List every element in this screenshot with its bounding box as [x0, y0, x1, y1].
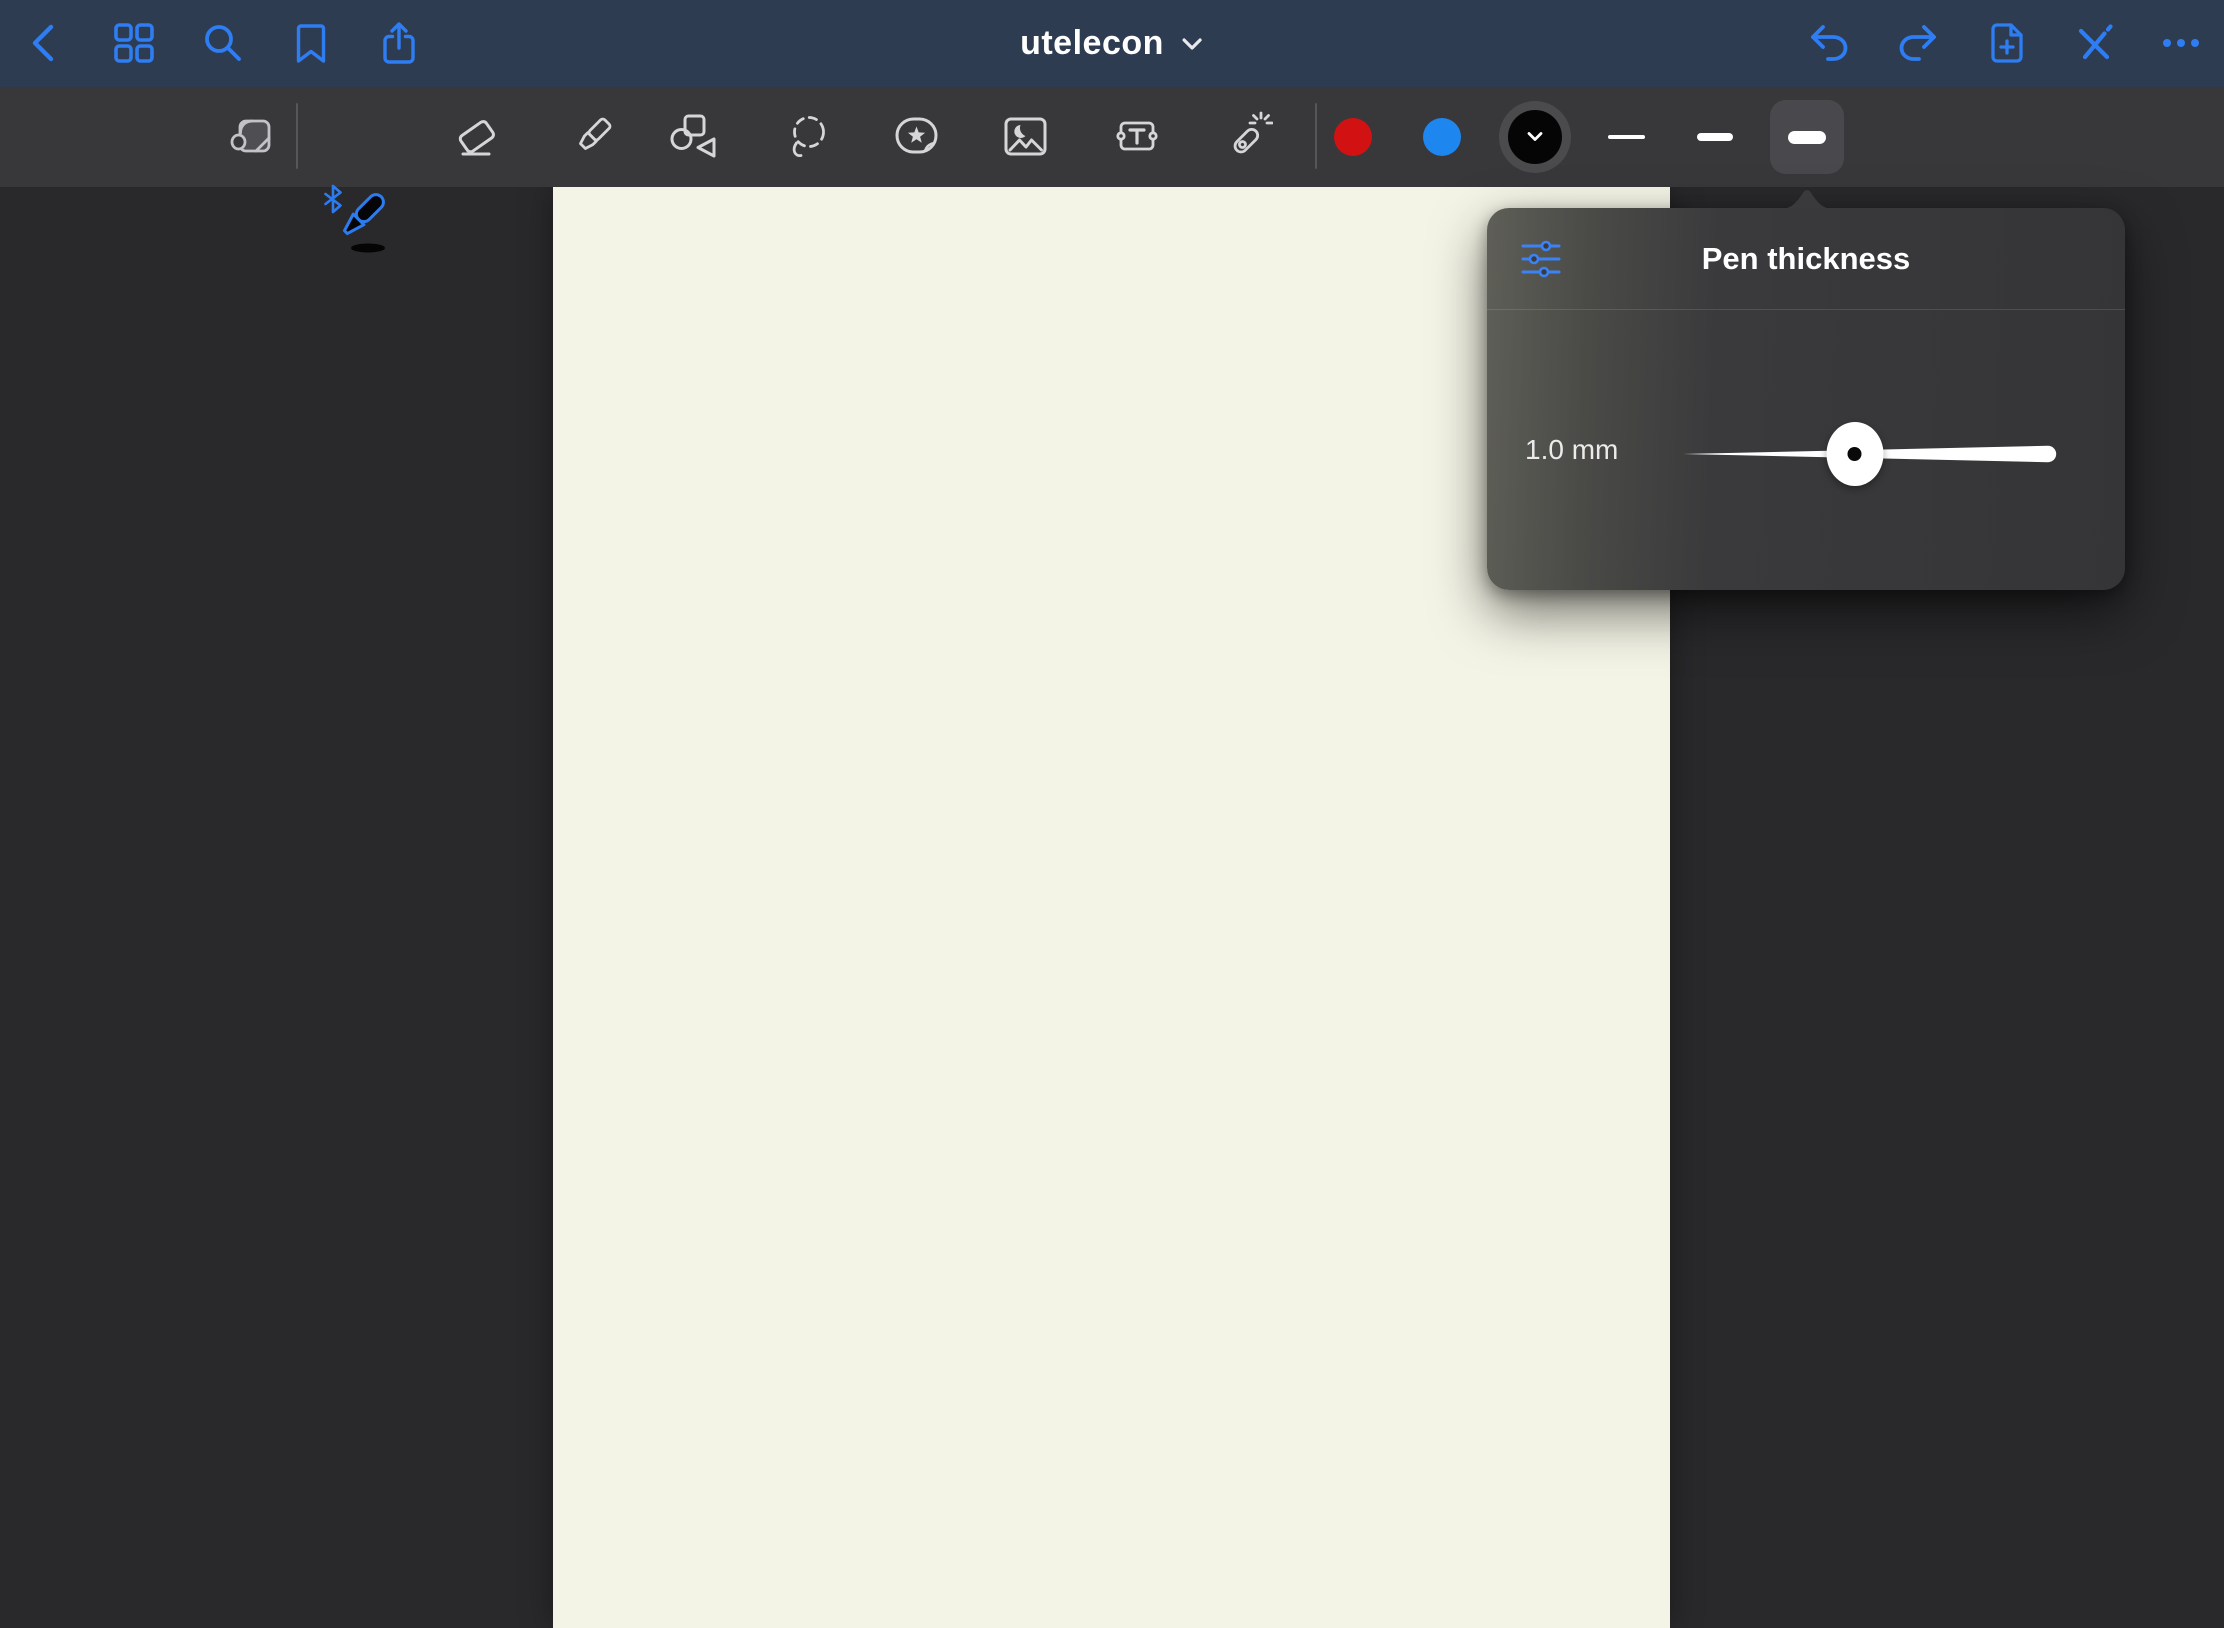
slider-thumb-dot: [1848, 447, 1862, 461]
thickness-thin-button[interactable]: [1594, 105, 1658, 169]
bookmark-button[interactable]: [282, 14, 340, 72]
pan-mode-icon: [228, 112, 278, 162]
black-color-dot: [1508, 110, 1562, 164]
image-tool[interactable]: [994, 105, 1058, 169]
tools-toolbar: [0, 87, 2224, 187]
bookmark-icon: [288, 20, 334, 66]
add-page-icon: [1983, 20, 2029, 66]
medium-line-glyph: [1697, 133, 1733, 141]
lasso-icon: [783, 112, 833, 162]
popover-body: 1.0 mm: [1487, 310, 2125, 590]
chevron-down-icon: [1180, 32, 1204, 56]
text-tool[interactable]: [1105, 105, 1169, 169]
slider-settings-button[interactable]: [1519, 237, 1563, 281]
laser-pointer-tool[interactable]: [1215, 105, 1279, 169]
pan-mode-tool[interactable]: [221, 105, 285, 169]
pen-tool[interactable]: [328, 182, 392, 254]
thick-line-glyph: [1788, 131, 1826, 144]
back-button[interactable]: [16, 14, 74, 72]
redo-button[interactable]: [1889, 14, 1947, 72]
color-swatch-black-selected[interactable]: [1499, 101, 1571, 173]
stylus-off-button[interactable]: [2064, 14, 2122, 72]
thickness-medium-button[interactable]: [1683, 105, 1747, 169]
pen-thickness-slider[interactable]: [1682, 424, 2062, 484]
pen-thickness-popover: Pen thickness 1.0 mm: [1487, 208, 2125, 590]
more-options-button[interactable]: [2152, 14, 2210, 72]
highlighter-tool[interactable]: [558, 105, 622, 169]
thin-line-glyph: [1608, 135, 1645, 139]
thickness-thick-button[interactable]: [1770, 100, 1844, 174]
popover-arrow: [1781, 188, 1833, 209]
stickers-tool[interactable]: [885, 105, 949, 169]
lasso-tool[interactable]: [776, 105, 840, 169]
grid-icon: [111, 20, 157, 66]
share-icon: [376, 20, 422, 66]
top-navigation-bar: utelecon: [0, 0, 2224, 87]
bluetooth-icon: [322, 184, 344, 214]
popover-title: Pen thickness: [1487, 241, 2125, 277]
document-title: utelecon: [1020, 24, 1164, 63]
sliders-icon: [1519, 237, 1563, 281]
toolbar-separator: [296, 103, 298, 169]
sticker-star-icon: [892, 112, 942, 162]
add-page-button[interactable]: [1977, 14, 2035, 72]
eraser-tool[interactable]: [445, 105, 509, 169]
highlighter-icon: [565, 112, 615, 162]
undo-button[interactable]: [1800, 14, 1858, 72]
pencil-crossed-icon: [2070, 20, 2116, 66]
document-title-button[interactable]: utelecon: [1020, 0, 1204, 87]
color-swatch-red[interactable]: [1334, 118, 1372, 156]
shapes-icon: [670, 112, 720, 162]
eraser-icon: [452, 112, 502, 162]
shapes-tool[interactable]: [663, 105, 727, 169]
search-button[interactable]: [193, 14, 251, 72]
toolbar-separator: [1315, 103, 1317, 169]
color-swatch-blue[interactable]: [1423, 118, 1461, 156]
redo-icon: [1895, 20, 1941, 66]
text-icon: [1112, 112, 1162, 162]
search-icon: [199, 20, 245, 66]
ellipsis-icon: [2158, 20, 2204, 66]
popover-header: Pen thickness: [1487, 208, 2125, 310]
undo-icon: [1806, 20, 1852, 66]
page-overview-button[interactable]: [105, 14, 163, 72]
pen-thickness-value: 1.0 mm: [1525, 434, 1618, 466]
chevron-down-icon: [1525, 130, 1545, 144]
pen-thickness-slider-thumb[interactable]: [1826, 422, 1883, 486]
share-button[interactable]: [370, 14, 428, 72]
app-window: utelecon: [0, 0, 2224, 1628]
image-icon: [1001, 112, 1051, 162]
laser-pointer-icon: [1221, 111, 1273, 163]
chevron-left-icon: [22, 20, 68, 66]
